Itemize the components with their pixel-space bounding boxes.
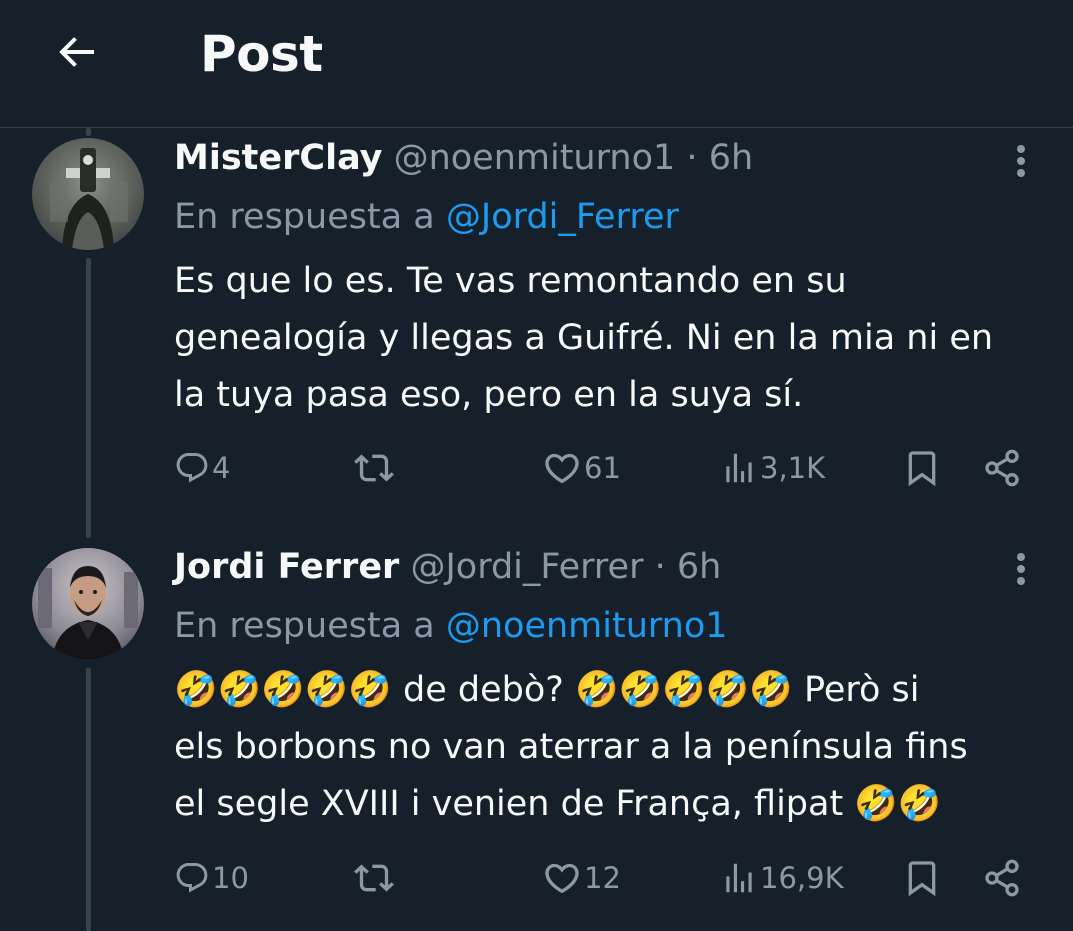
reply-count: 4 [212, 451, 231, 485]
like-count: 61 [584, 451, 621, 485]
post-text-line: els borbons no van aterrar a la penínsul… [174, 727, 968, 767]
thread-line-top [86, 128, 91, 136]
action-bar: 4 61 3,1K [174, 443, 1034, 493]
views-button[interactable]: 16,9K [720, 853, 844, 903]
repost-button[interactable] [354, 443, 396, 493]
more-vertical-icon [1017, 553, 1025, 561]
avatar-image [32, 138, 144, 250]
post-header: MisterClay @noenmiturno1 · 6h [174, 133, 753, 183]
thread-line-bottom [86, 668, 91, 931]
display-name[interactable]: Jordi Ferrer [174, 547, 399, 587]
views-count: 3,1K [760, 451, 826, 485]
more-dot [1017, 565, 1025, 573]
reply-button[interactable]: 4 [174, 443, 230, 493]
repost-button[interactable] [354, 853, 396, 903]
display-name[interactable]: MisterClay [174, 138, 382, 178]
repost-icon [354, 864, 394, 892]
post-text-line: el segle XVIII i venien de França, flipa… [174, 784, 942, 824]
reply-context: En respuesta a @noenmiturno1 [174, 601, 728, 651]
views-icon [726, 453, 752, 483]
post-text-line: Es que lo es. Te vas remontando en su [174, 261, 847, 301]
reply-button[interactable]: 10 [174, 853, 249, 903]
bookmark-icon [908, 451, 936, 487]
bookmark-button[interactable] [902, 443, 942, 493]
avatar[interactable] [32, 138, 144, 250]
share-button[interactable] [982, 853, 1022, 903]
action-bar: 10 12 16,9K [174, 853, 1034, 903]
bookmark-button[interactable] [902, 853, 942, 903]
reply-mention-link[interactable]: @Jordi_Ferrer [446, 197, 679, 237]
avatar-image [32, 548, 144, 660]
post-text-line: genealogía y llegas a Guifré. Ni en la m… [174, 318, 994, 358]
repost-icon [354, 454, 394, 482]
arrow-left-icon [59, 37, 94, 67]
user-handle[interactable]: @noenmiturno1 [394, 138, 676, 178]
post-time[interactable]: 6h [709, 138, 753, 178]
share-icon [985, 859, 1019, 897]
reply-icon [176, 863, 208, 893]
views-icon [726, 863, 752, 893]
separator-dot: · [654, 547, 666, 587]
post-text-line: la tuya pasa eso, pero en la suya sí. [174, 375, 804, 415]
reply-mention-link[interactable]: @noenmiturno1 [446, 606, 728, 646]
reply-context: En respuesta a @Jordi_Ferrer [174, 192, 679, 242]
more-button[interactable] [1004, 546, 1038, 592]
bookmark-icon [908, 861, 936, 897]
post-text: 🤣🤣🤣🤣🤣 de debò? 🤣🤣🤣🤣🤣 Però si els borbons… [174, 662, 1054, 833]
reply-prefix: En respuesta a [174, 197, 435, 237]
more-button[interactable] [1004, 138, 1038, 184]
like-button[interactable]: 61 [542, 443, 621, 493]
share-icon [985, 449, 1019, 487]
heart-icon [545, 453, 579, 484]
views-button[interactable]: 3,1K [720, 443, 825, 493]
reply-count: 10 [212, 861, 249, 895]
like-count: 12 [584, 861, 621, 895]
more-dot [1017, 169, 1025, 177]
more-vertical-icon [1017, 145, 1025, 153]
back-button[interactable] [44, 22, 108, 82]
separator-dot: · [686, 138, 698, 178]
post-text: Es que lo es. Te vas remontando en su ge… [174, 253, 1054, 424]
avatar[interactable] [32, 548, 144, 660]
post-text-line: 🤣🤣🤣🤣🤣 de debò? 🤣🤣🤣🤣🤣 Però si [174, 670, 920, 710]
more-dot [1017, 157, 1025, 165]
like-button[interactable]: 12 [542, 853, 621, 903]
page-title: Post [200, 25, 323, 83]
post-header: Jordi Ferrer @Jordi_Ferrer · 6h [174, 542, 721, 592]
post-time[interactable]: 6h [677, 547, 721, 587]
thread-line [86, 258, 91, 538]
share-button[interactable] [982, 443, 1022, 493]
heart-icon [545, 863, 579, 894]
user-handle[interactable]: @Jordi_Ferrer [410, 547, 643, 587]
reply-prefix: En respuesta a [174, 606, 435, 646]
views-count: 16,9K [760, 861, 844, 895]
reply-icon [176, 453, 208, 483]
more-dot [1017, 577, 1025, 585]
top-bar: Post [0, 0, 1073, 128]
